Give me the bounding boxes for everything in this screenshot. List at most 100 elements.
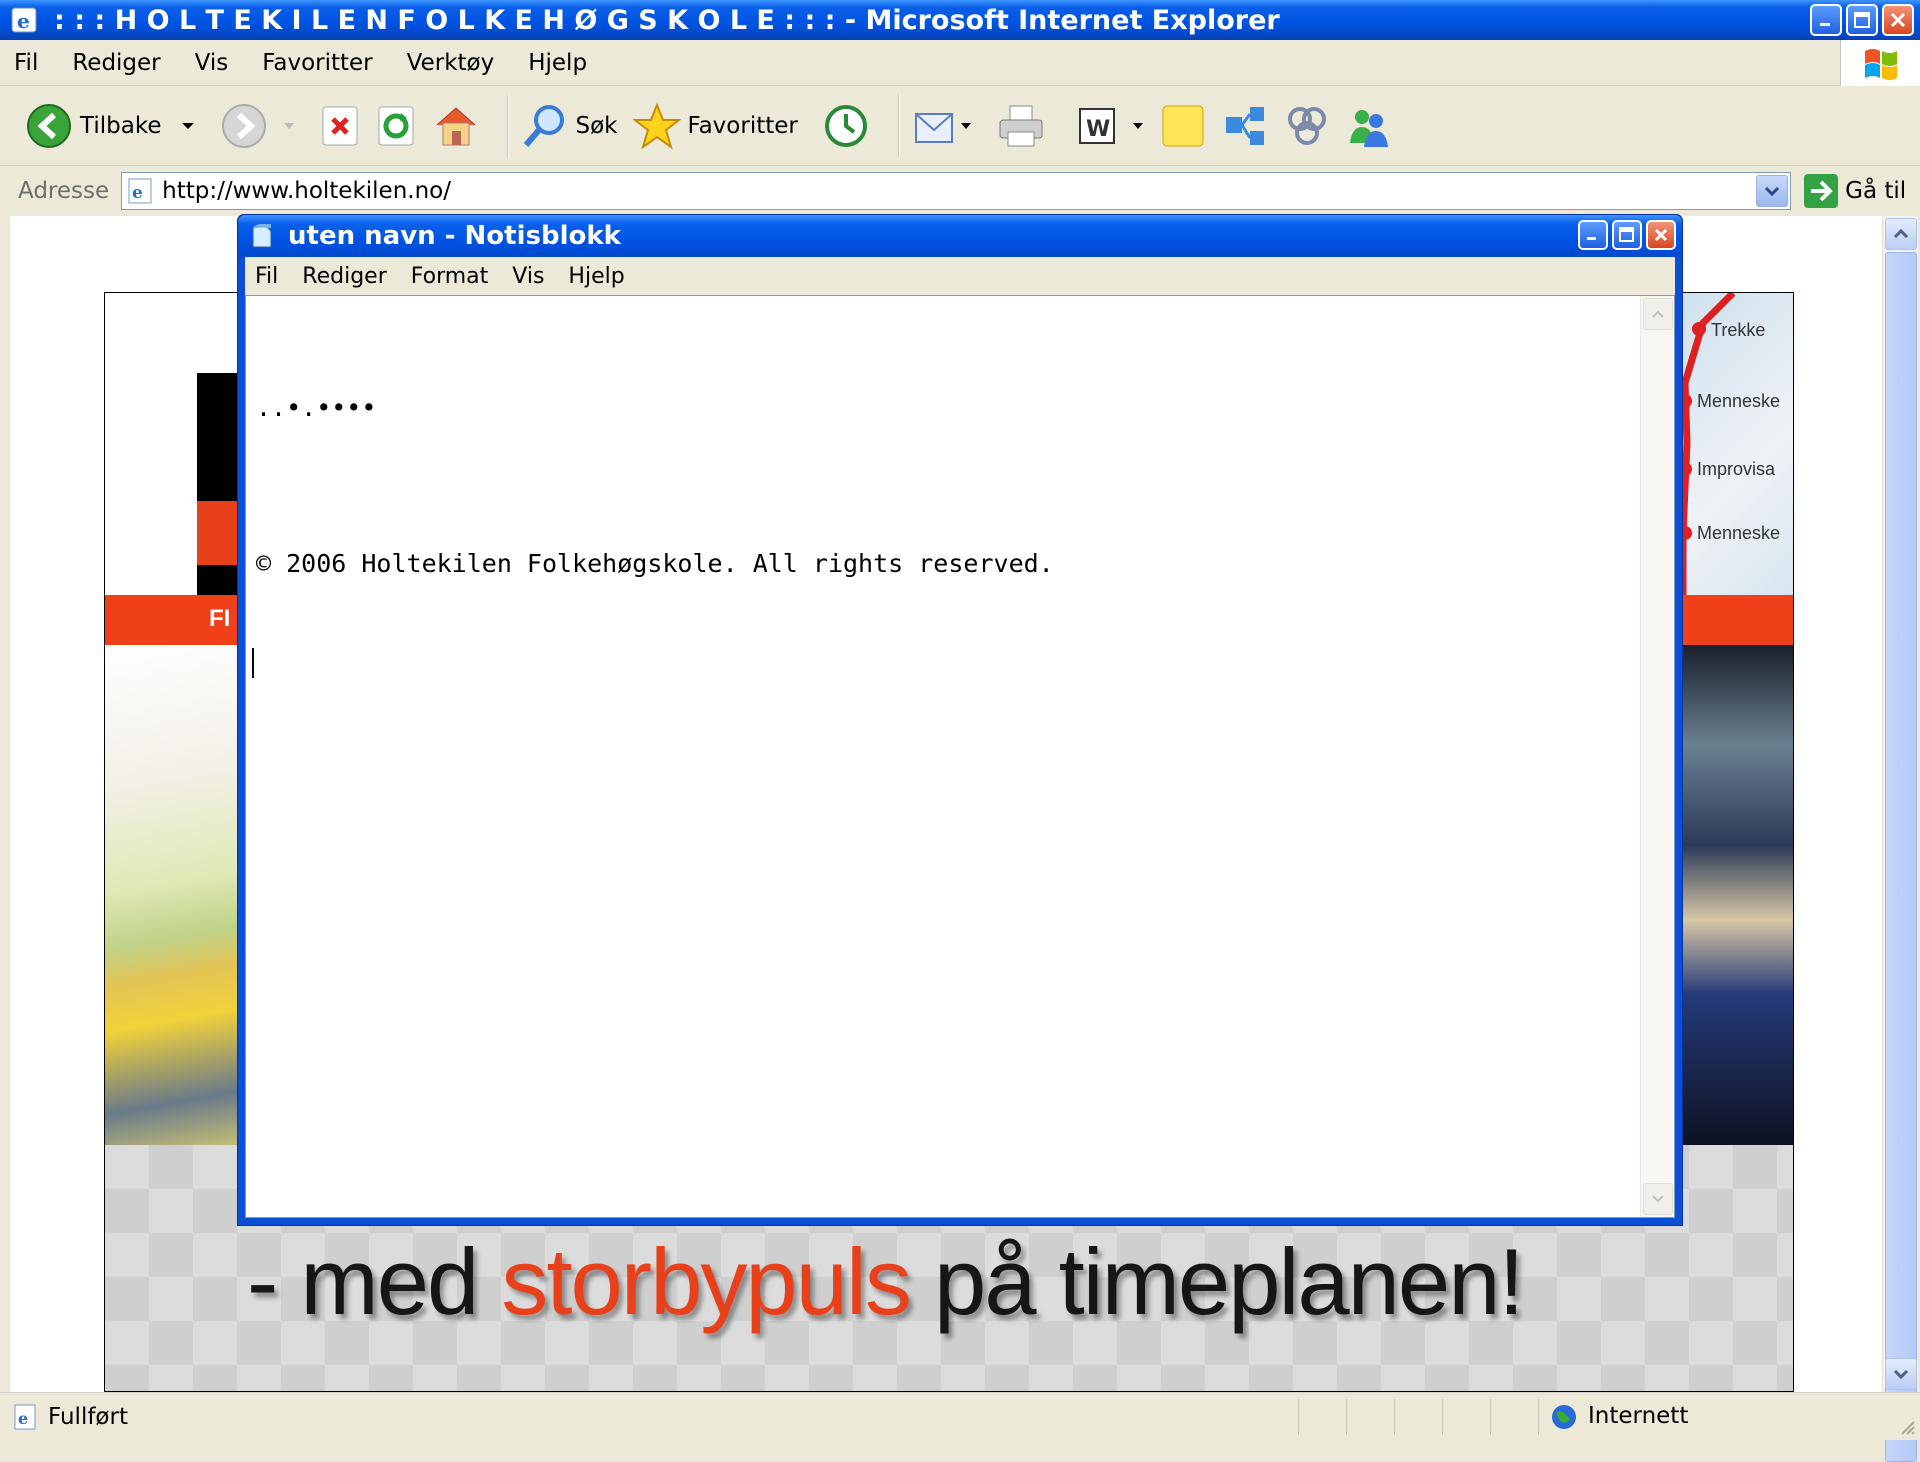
chevron-up-icon xyxy=(1893,228,1909,239)
address-bar: Adresse e http://www.holtekilen.no/ Gå t… xyxy=(0,166,1920,216)
notepad-title-bar[interactable]: uten navn - Notisblokk xyxy=(238,215,1682,257)
svg-text:e: e xyxy=(132,183,143,203)
share-icon xyxy=(1225,106,1264,145)
map-label[interactable]: Menneske xyxy=(1697,523,1780,544)
minimize-icon xyxy=(1820,23,1830,26)
slogan-part2: på timeplanen! xyxy=(909,1229,1525,1334)
notepad-minimize-button[interactable] xyxy=(1578,220,1608,250)
chevron-down-icon[interactable] xyxy=(283,122,295,130)
share-button[interactable] xyxy=(1222,103,1268,149)
svg-text:e: e xyxy=(18,1409,28,1428)
home-button[interactable] xyxy=(433,103,479,149)
slogan-highlight: storbypuls xyxy=(501,1229,911,1334)
slogan-part1: - med xyxy=(247,1229,502,1334)
toolbar-separator xyxy=(897,94,900,157)
status-divider xyxy=(1538,1399,1539,1435)
refresh-button[interactable] xyxy=(377,105,417,147)
history-button[interactable] xyxy=(822,102,870,150)
status-divider xyxy=(1346,1399,1347,1435)
nav-item[interactable]: FI xyxy=(209,605,230,633)
ie-window: e : : : H O L T E K I L E N F O L K E H … xyxy=(0,0,1920,1462)
ie-menu-bar: Fil Rediger Vis Favoritter Verktøy Hjelp xyxy=(0,40,1920,86)
research-button[interactable] xyxy=(1284,103,1330,149)
svg-text:e: e xyxy=(17,9,30,33)
map-label[interactable]: Trekke xyxy=(1711,320,1765,341)
np-scroll-up-button[interactable] xyxy=(1643,298,1673,330)
scroll-up-button[interactable] xyxy=(1885,218,1917,250)
chevron-down-icon[interactable] xyxy=(1132,122,1144,130)
ie-icon: e xyxy=(11,7,37,33)
print-button[interactable] xyxy=(996,102,1046,150)
windows-flag-icon xyxy=(1864,49,1897,80)
status-divider xyxy=(1298,1399,1299,1435)
back-arrow-icon xyxy=(27,103,71,148)
chevron-down-icon[interactable] xyxy=(960,122,972,130)
route-map[interactable]: Trekke Menneske Improvisa Menneske xyxy=(1673,293,1793,595)
stop-button[interactable] xyxy=(321,105,361,147)
notepad-close-button[interactable] xyxy=(1646,220,1676,250)
np-scroll-down-button[interactable] xyxy=(1643,1183,1673,1215)
forward-button[interactable] xyxy=(221,103,295,149)
maximize-button[interactable] xyxy=(1846,4,1878,36)
minimize-icon xyxy=(1587,237,1596,240)
back-button[interactable]: Tilbake xyxy=(26,103,195,149)
np-menu-vis[interactable]: Vis xyxy=(512,264,544,289)
status-divider xyxy=(1394,1399,1395,1435)
np-menu-fil[interactable]: Fil xyxy=(255,264,278,289)
back-label: Tilbake xyxy=(80,112,162,139)
favorites-button[interactable]: Favoritter xyxy=(633,101,798,150)
note-button[interactable] xyxy=(1160,103,1206,149)
np-menu-rediger[interactable]: Rediger xyxy=(302,264,386,289)
ie-toolbar: Tilbake Søk Favoritter W xyxy=(0,86,1920,166)
page-icon: e xyxy=(128,178,152,204)
map-label[interactable]: Menneske xyxy=(1697,391,1780,412)
search-button[interactable]: Søk xyxy=(521,102,617,150)
page-icon: e xyxy=(14,1404,36,1429)
text-line-copyright: © 2006 Holtekilen Folkehøgskole. All rig… xyxy=(256,549,1054,578)
search-label: Søk xyxy=(575,112,618,139)
chevron-down-icon[interactable] xyxy=(181,121,195,131)
word-icon: W xyxy=(1078,107,1115,144)
np-menu-format[interactable]: Format xyxy=(411,264,489,289)
menu-hjelp[interactable]: Hjelp xyxy=(528,50,587,76)
map-label[interactable]: Improvisa xyxy=(1697,459,1775,480)
ie-vertical-scrollbar[interactable] xyxy=(1882,216,1918,1462)
close-icon xyxy=(1890,12,1906,28)
menu-fil[interactable]: Fil xyxy=(14,50,38,76)
address-dropdown-button[interactable] xyxy=(1756,175,1789,207)
address-url: http://www.holtekilen.no/ xyxy=(162,178,451,204)
printer-icon xyxy=(999,105,1043,146)
scroll-down-button[interactable] xyxy=(1885,1358,1917,1390)
notepad-text-area[interactable]: ..•.•••• © 2006 Holtekilen Folkehøgskole… xyxy=(245,295,1675,1218)
favorites-label: Favoritter xyxy=(687,112,798,139)
messenger-button[interactable] xyxy=(1346,103,1392,149)
notepad-vertical-scrollbar[interactable] xyxy=(1640,296,1674,1217)
close-button[interactable] xyxy=(1882,4,1914,36)
menu-verktoy[interactable]: Verktøy xyxy=(407,50,495,76)
go-arrow-icon xyxy=(1804,174,1839,208)
status-bar: e Fullført Internett xyxy=(0,1392,1920,1440)
chevron-down-icon xyxy=(1652,1195,1664,1203)
edit-word-button[interactable]: W xyxy=(1078,107,1144,145)
resize-grip-icon[interactable] xyxy=(1896,1416,1916,1436)
mail-icon xyxy=(914,112,953,143)
windows-logo xyxy=(1840,40,1920,86)
status-divider xyxy=(1490,1399,1491,1435)
menu-vis[interactable]: Vis xyxy=(195,50,229,76)
research-icon xyxy=(1287,106,1326,145)
home-icon xyxy=(437,106,476,145)
scroll-thumb[interactable] xyxy=(1885,252,1917,1462)
chevron-up-icon xyxy=(1652,310,1664,318)
menu-favoritter[interactable]: Favoritter xyxy=(262,50,372,76)
go-button[interactable]: Gå til xyxy=(1803,173,1906,209)
menu-rediger[interactable]: Rediger xyxy=(72,50,160,76)
minimize-button[interactable] xyxy=(1810,4,1842,36)
notepad-maximize-button[interactable] xyxy=(1612,220,1642,250)
address-input[interactable]: e http://www.holtekilen.no/ xyxy=(121,172,1792,210)
go-label: Gå til xyxy=(1845,178,1907,204)
mail-button[interactable] xyxy=(912,102,972,150)
ie-title-bar[interactable]: e : : : H O L T E K I L E N F O L K E H … xyxy=(0,0,1920,40)
np-menu-hjelp[interactable]: Hjelp xyxy=(568,264,624,289)
history-icon xyxy=(824,104,867,147)
chevron-down-icon xyxy=(1893,1369,1909,1380)
